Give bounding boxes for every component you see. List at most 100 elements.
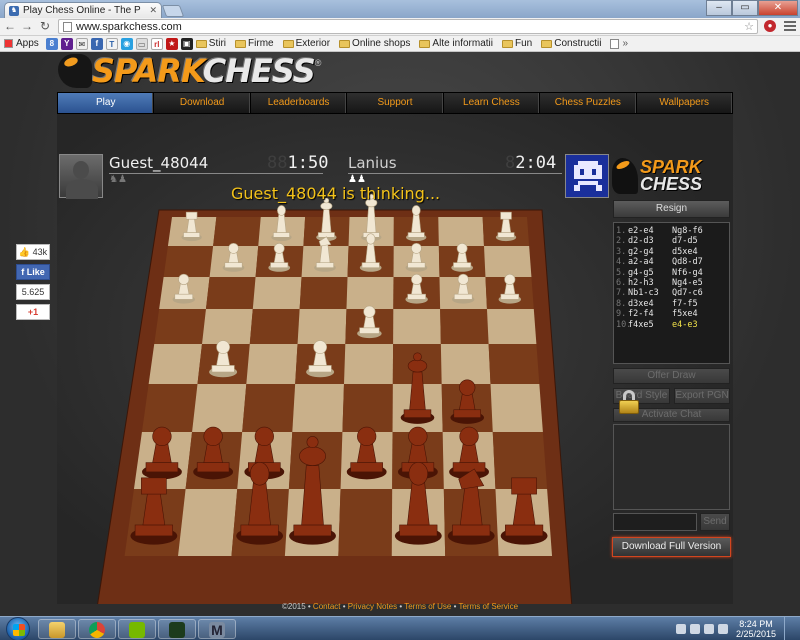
black-pawn-piece[interactable] [193, 426, 234, 480]
resign-button[interactable]: Resign [613, 200, 730, 218]
taskbar-app-4[interactable] [158, 619, 196, 639]
close-window-button[interactable]: ✕ [758, 0, 798, 16]
start-button[interactable] [6, 617, 30, 640]
bookmark-icon-7[interactable]: ▣ [180, 37, 193, 50]
tray-volume-icon[interactable] [717, 624, 728, 634]
sparkchess-logo[interactable]: SPARKCHESS ® [58, 52, 321, 90]
bookmark-folder-constructii[interactable]: Constructii [541, 38, 601, 49]
offer-draw-button[interactable]: Offer Draw [613, 368, 730, 384]
taskbar-explorer[interactable] [38, 619, 76, 639]
bookmark-icon-2[interactable]: T [105, 37, 118, 50]
extension-icon[interactable]: ● [764, 20, 776, 32]
tray-flag-icon[interactable] [689, 624, 700, 634]
address-bar[interactable]: www.sparkchess.com ☆ [58, 19, 758, 34]
forward-arrow-icon[interactable]: → [20, 19, 34, 33]
back-arrow-icon[interactable]: ← [3, 19, 17, 33]
white-rook-piece[interactable] [181, 211, 202, 242]
white-pawn-piece[interactable] [498, 273, 521, 304]
footer-terms-of-service-link[interactable]: Terms of Service [458, 602, 518, 611]
nav-leaderboards[interactable]: Leaderboards [251, 93, 348, 113]
bookmark-folder-online-shops[interactable]: Online shops [339, 38, 410, 49]
black-rook-piece[interactable] [500, 477, 548, 545]
footer-contact-link[interactable]: Contact [313, 602, 341, 611]
white-rook-piece[interactable] [495, 211, 517, 242]
send-button[interactable]: Send [700, 513, 730, 531]
black-rook-piece[interactable] [130, 477, 178, 545]
bookmark-icon-3[interactable]: ◉ [120, 37, 133, 50]
bookmark-page-icon[interactable] [610, 38, 620, 49]
tray-network-icon[interactable] [703, 624, 714, 634]
bookmark-folder-firme[interactable]: Firme [235, 38, 274, 49]
footer-privacy-link[interactable]: Privacy Notes [348, 602, 397, 611]
white-pawn-piece[interactable] [405, 273, 428, 304]
tab-close-icon[interactable]: ✕ [149, 5, 157, 16]
bookmark-folder-alte-informatii[interactable]: Alte informatii [419, 38, 493, 49]
white-pawn-piece[interactable] [306, 340, 335, 378]
new-tab-button[interactable] [161, 5, 185, 17]
white-queen-piece[interactable] [316, 197, 337, 242]
white-pawn-piece[interactable] [222, 243, 245, 272]
black-pawn-piece[interactable] [346, 426, 387, 480]
bookmark-icon-1[interactable]: ✉ [75, 37, 88, 50]
nav-support[interactable]: Support [347, 93, 444, 113]
white-pawn-piece[interactable] [405, 243, 428, 272]
bookmark-star-icon[interactable]: ☆ [744, 20, 754, 33]
white-pawn-piece[interactable] [451, 243, 474, 272]
black-queen-piece[interactable] [400, 352, 435, 424]
black-king-piece[interactable] [289, 436, 336, 545]
browser-tab[interactable]: ♞ Play Chess Online - The P ✕ [4, 2, 162, 18]
white-bishop-piece[interactable] [359, 233, 382, 272]
tray-arrow-icon[interactable] [675, 624, 686, 634]
google-plus-button[interactable]: +1 [16, 304, 50, 320]
nav-learn-chess[interactable]: Learn Chess [444, 93, 541, 113]
black-pawn-piece[interactable] [141, 426, 182, 480]
footer-terms-of-use-link[interactable]: Terms of Use [404, 602, 451, 611]
black-pawn-piece[interactable] [449, 426, 490, 480]
move-row: 9. f2-f4 f5xe4 [616, 309, 727, 319]
black-knight-piece[interactable] [447, 468, 495, 545]
taskbar-nvidia[interactable] [118, 619, 156, 639]
taskbar-chrome[interactable] [78, 619, 116, 639]
google-icon[interactable]: 8 [45, 37, 58, 50]
black-bishop-piece[interactable] [394, 461, 442, 545]
black-pawn-piece[interactable] [397, 426, 438, 480]
export-pgn-button[interactable]: Export PGN [674, 388, 730, 404]
bookmark-folder-stiri[interactable]: Stiri [195, 38, 226, 49]
white-pawn-piece[interactable] [452, 273, 475, 304]
white-bishop-piece[interactable] [271, 205, 292, 242]
show-desktop-button[interactable] [784, 617, 794, 640]
nav-play[interactable]: Play [58, 93, 155, 113]
reload-icon[interactable]: ↻ [38, 19, 52, 33]
download-full-version-button[interactable]: Download Full Version [612, 537, 731, 557]
chat-input[interactable] [613, 513, 697, 531]
bookmark-icon-6[interactable]: ★ [165, 37, 178, 50]
browser-menu-icon[interactable] [784, 20, 796, 32]
facebook-icon[interactable]: f [90, 37, 103, 50]
maximize-button[interactable]: ▭ [732, 0, 758, 16]
white-bishop-piece[interactable] [406, 205, 427, 242]
bookmark-folder-exterior[interactable]: Exterior [282, 38, 330, 49]
bookmark-folder-fun[interactable]: Fun [502, 38, 532, 49]
white-pawn-piece[interactable] [268, 243, 291, 272]
system-clock[interactable]: 8:24 PM 2/25/2015 [736, 619, 776, 639]
move-list[interactable]: 1. e2-e4 Ng8-f6 2. d2-d3 d7-d5 3. g2-g4 d5xe4 4. a… [613, 222, 730, 364]
white-pawn-piece[interactable] [209, 340, 238, 378]
white-knight-piece[interactable] [314, 236, 336, 272]
bookmark-icon-5[interactable]: rl [150, 37, 163, 50]
white-pawn-piece[interactable] [357, 305, 382, 339]
taskbar-app-5[interactable]: M [198, 619, 236, 639]
facebook-like-button[interactable]: f Like [16, 264, 50, 280]
white-pawn-piece[interactable] [172, 273, 195, 304]
minimize-button[interactable]: – [706, 0, 732, 16]
nav-download[interactable]: Download [154, 93, 251, 113]
black-pawn-piece[interactable] [244, 426, 285, 480]
black-bishop-piece[interactable] [236, 461, 284, 545]
bookmarks-more[interactable]: » [622, 38, 628, 49]
bookmark-apps[interactable]: Apps [4, 38, 39, 49]
board-square [124, 489, 186, 556]
yahoo-icon[interactable]: Y [60, 37, 73, 50]
bookmark-icon-4[interactable]: ▭ [135, 37, 148, 50]
black-pawn-piece[interactable] [450, 379, 485, 424]
nav-chess-puzzles[interactable]: Chess Puzzles [540, 93, 637, 113]
nav-wallpapers[interactable]: Wallpapers [637, 93, 732, 113]
